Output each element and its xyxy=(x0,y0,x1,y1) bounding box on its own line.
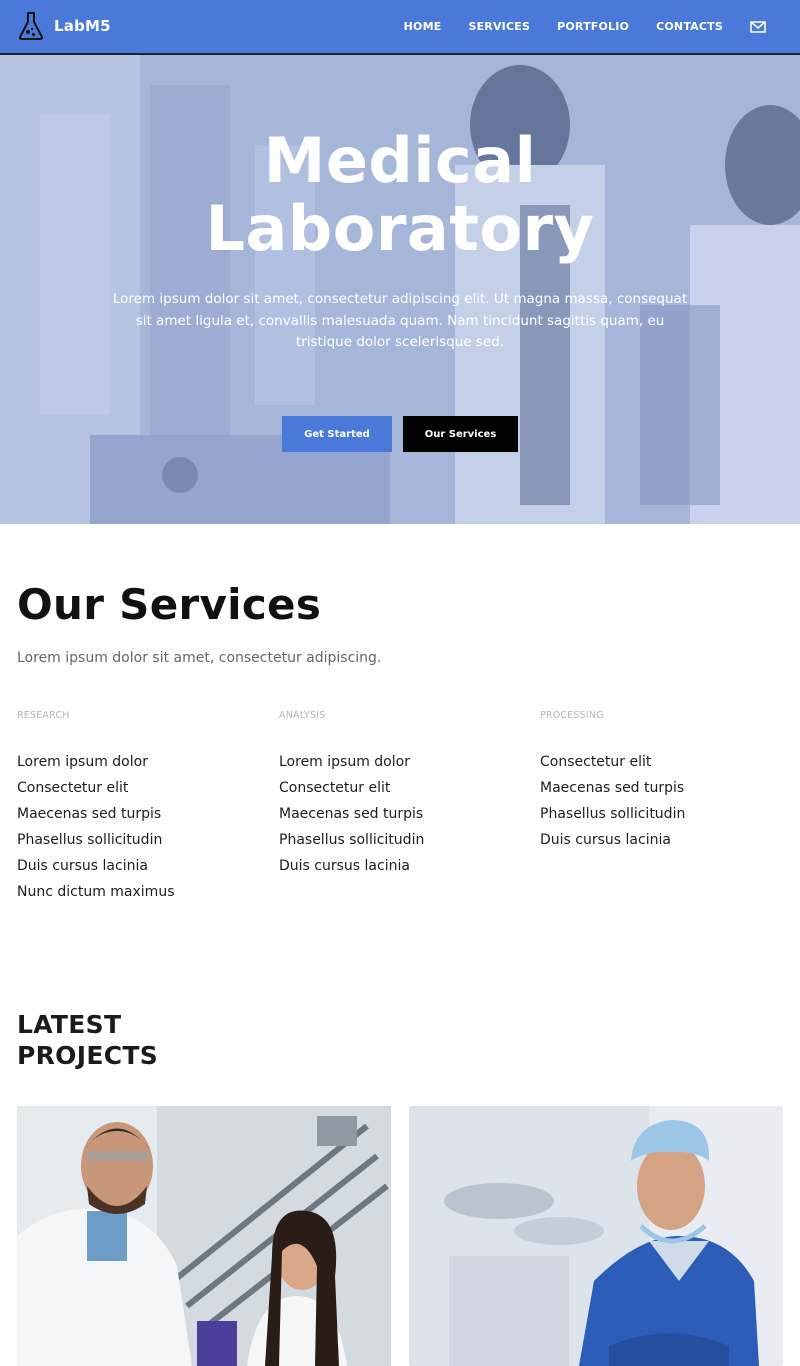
list-item: Lorem ipsum dolor xyxy=(17,754,148,770)
list-item: Maecenas sed turpis xyxy=(540,780,685,796)
service-list: Consectetur elit Maecenas sed turpis Pha… xyxy=(540,749,780,853)
nav-home[interactable]: HOME xyxy=(404,20,442,33)
nav-menu: HOME SERVICES PORTFOLIO CONTACTS xyxy=(377,0,766,53)
nav-contacts[interactable]: CONTACTS xyxy=(656,20,723,33)
column-heading: PROCESSING xyxy=(540,710,604,721)
list-item: Nunc dictum maximus xyxy=(17,884,175,900)
services-title: Our Services xyxy=(17,580,322,629)
project-card-surgeon[interactable] xyxy=(409,1106,783,1366)
column-heading: ANALYSIS xyxy=(279,710,326,721)
projects-title: LATEST PROJECTS xyxy=(17,1009,158,1071)
nav-services[interactable]: SERVICES xyxy=(468,20,530,33)
hero-title-line-1: Medical xyxy=(263,124,537,197)
top-navbar: LabM5 HOME SERVICES PORTFOLIO CONTACTS xyxy=(0,0,800,55)
list-item: Lorem ipsum dolor xyxy=(279,754,410,770)
service-list: Lorem ipsum dolor Consectetur elit Maece… xyxy=(17,749,257,905)
list-item: Maecenas sed turpis xyxy=(279,806,424,822)
list-item: Duis cursus lacinia xyxy=(279,858,410,874)
list-item: Duis cursus lacinia xyxy=(540,832,671,848)
list-item: Consectetur elit xyxy=(17,780,129,796)
list-item: Phasellus sollicitudin xyxy=(540,806,686,822)
projects-title-line-2: PROJECTS xyxy=(17,1041,159,1070)
brand-name: LabM5 xyxy=(54,17,111,35)
hero-section: Medical Laboratory Lorem ipsum dolor sit… xyxy=(0,55,800,524)
nav-portfolio[interactable]: PORTFOLIO xyxy=(557,20,629,33)
scientists-photo xyxy=(17,1106,391,1366)
hero-description: Lorem ipsum dolor sit amet, consectetur … xyxy=(112,291,688,350)
hero-title: Medical Laboratory xyxy=(0,127,800,263)
project-card-scientists[interactable] xyxy=(17,1106,391,1366)
hero-title-line-2: Laboratory xyxy=(205,192,595,265)
services-subtitle: Lorem ipsum dolor sit amet, consectetur … xyxy=(17,650,382,666)
services-column-research: RESEARCH Lorem ipsum dolor Consectetur e… xyxy=(17,710,257,905)
column-heading: RESEARCH xyxy=(17,710,70,721)
list-item: Duis cursus lacinia xyxy=(17,858,148,874)
list-item: Consectetur elit xyxy=(279,780,391,796)
flask-icon xyxy=(18,12,44,40)
mail-icon[interactable] xyxy=(750,20,766,33)
brand-logo[interactable]: LabM5 xyxy=(18,11,111,41)
list-item: Phasellus sollicitudin xyxy=(17,832,163,848)
get-started-button[interactable]: Get Started xyxy=(282,416,392,452)
service-list: Lorem ipsum dolor Consectetur elit Maece… xyxy=(279,749,519,879)
services-column-processing: PROCESSING Consectetur elit Maecenas sed… xyxy=(540,710,780,853)
surgeon-photo xyxy=(409,1106,783,1366)
services-column-analysis: ANALYSIS Lorem ipsum dolor Consectetur e… xyxy=(279,710,519,879)
our-services-button[interactable]: Our Services xyxy=(403,416,518,452)
list-item: Phasellus sollicitudin xyxy=(279,832,425,848)
projects-title-line-1: LATEST xyxy=(17,1010,122,1039)
list-item: Consectetur elit xyxy=(540,754,652,770)
list-item: Maecenas sed turpis xyxy=(17,806,162,822)
